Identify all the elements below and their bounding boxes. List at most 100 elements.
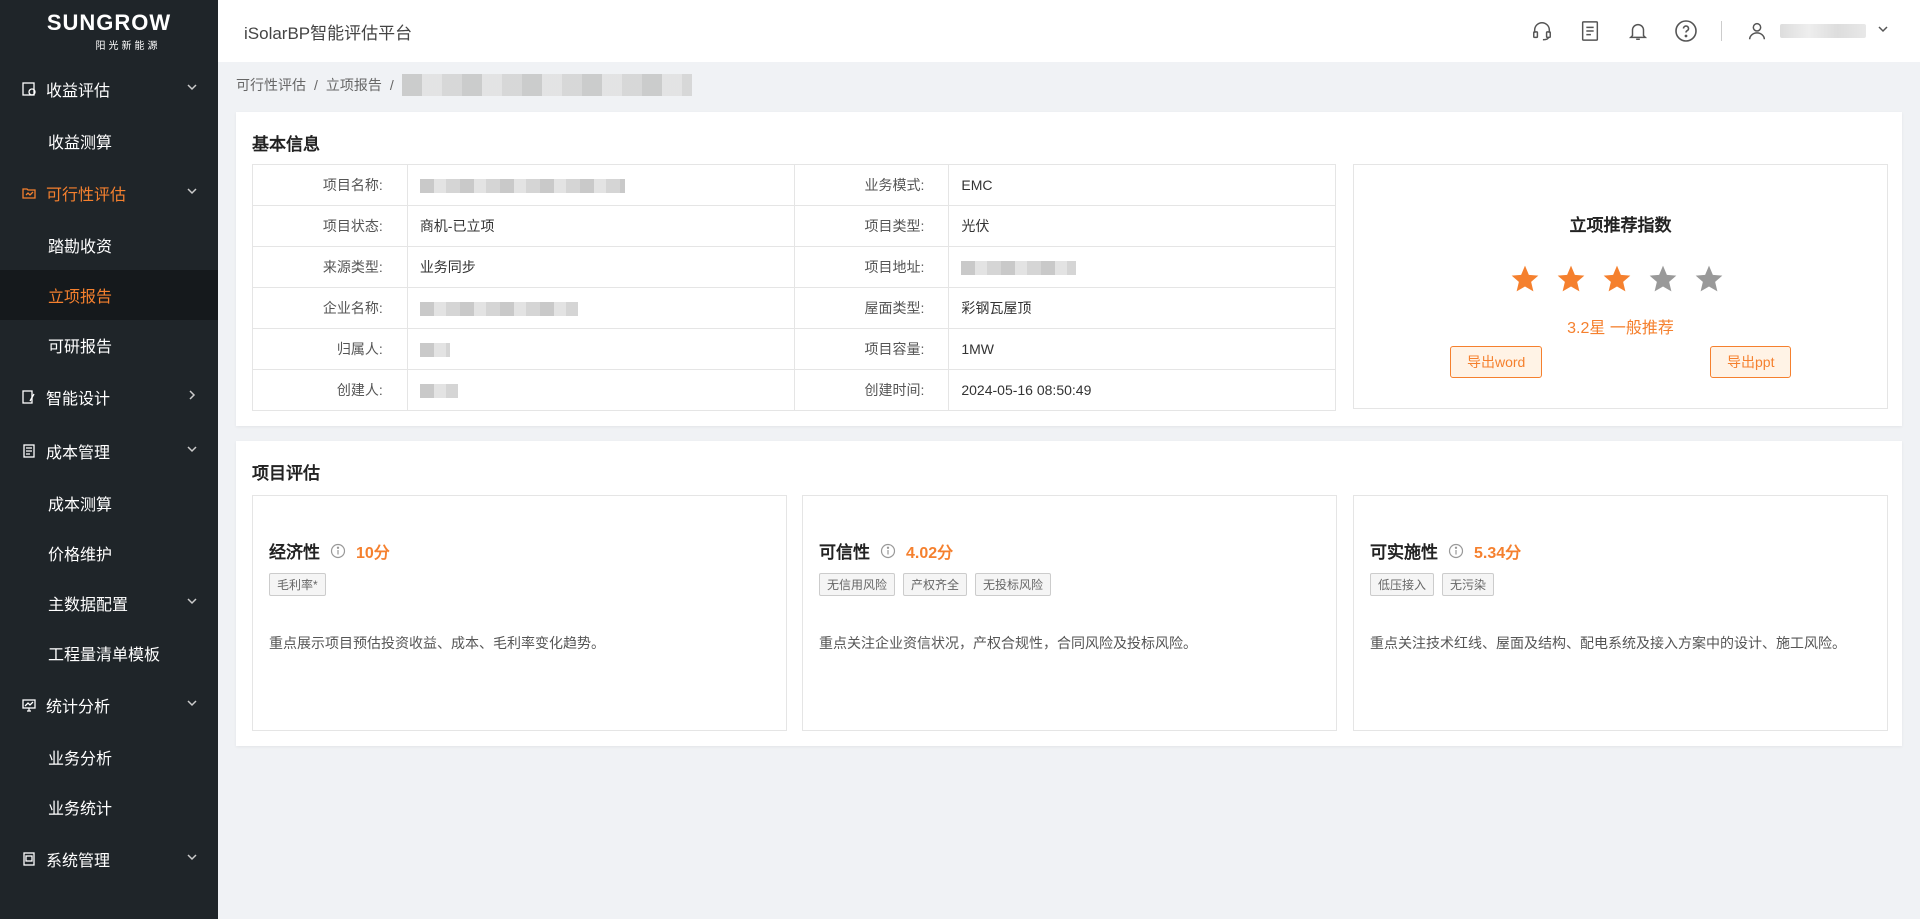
info-value [948, 246, 1336, 288]
tag: 无投标风险 [975, 573, 1052, 596]
info-label: 创建人: [252, 369, 408, 411]
chevron-down-icon [186, 184, 198, 202]
info-value [406, 328, 795, 370]
sidebar-item-label: 收益测算 [48, 135, 113, 152]
info-value [406, 369, 795, 411]
sidebar-item-label: 成本测算 [48, 497, 113, 514]
document-icon[interactable] [1577, 18, 1603, 44]
info-value-text: 2024-05-16 08:50:49 [961, 382, 1092, 398]
info-label: 创建时间: [793, 369, 950, 411]
chevron-down-icon [186, 850, 198, 868]
user-menu[interactable] [1744, 18, 1890, 44]
card-name: 可实施性 [1370, 543, 1438, 562]
sidebar-group-1[interactable]: 可行性评估 [0, 166, 218, 220]
star-filled-icon [1601, 263, 1633, 295]
sidebar-item-label: 踏勘收资 [48, 239, 113, 256]
headset-icon[interactable] [1529, 18, 1555, 44]
info-value-text: 1MW [961, 341, 995, 357]
basic-info-title: 基本信息 [252, 135, 320, 154]
sidebar-group-0[interactable]: 收益评估 [0, 62, 218, 116]
evaluation-card: 可信性 4.02分 无信用风险 产权齐全 无投标风险 重点关注企业资信状况，产权合规性，合… [802, 495, 1337, 731]
info-value-text: 商机-已立项 [419, 218, 495, 234]
ledger-icon [20, 442, 38, 460]
breadcrumb-item[interactable]: 可行性评估 [236, 75, 306, 95]
breadcrumb: 可行性评估 / 立项报告 / [236, 74, 692, 96]
logo-brand: SUNGROW [46, 10, 172, 35]
sidebar-group-label: 智能设计 [46, 391, 111, 408]
sidebar-group-4[interactable]: 统计分析 [0, 678, 218, 732]
star-empty-icon [1647, 263, 1679, 295]
chevron-down-icon [186, 696, 198, 714]
tag: 低压接入 [1370, 573, 1435, 596]
tag: 毛利率* [269, 573, 326, 596]
sidebar-item[interactable]: 价格维护 [0, 528, 218, 578]
info-label: 项目容量: [793, 328, 950, 370]
evaluation-title: 项目评估 [252, 464, 320, 483]
redacted-value [419, 343, 450, 358]
rating-stars [1509, 263, 1725, 295]
evaluation-panel: 项目评估 经济性 10分 毛利率* 重点展示项目预估投资收益、成本、毛利率变化趋势。 可… [236, 441, 1902, 746]
chevron-down-icon [186, 442, 198, 460]
sidebar-group-label: 系统管理 [46, 853, 111, 870]
sidebar-item-label: 业务统计 [48, 801, 113, 818]
redacted-value [419, 384, 458, 399]
info-row: 来源类型: 业务同步 项目地址: [252, 246, 1336, 288]
user-name-redacted [1780, 24, 1866, 38]
sidebar-group-3[interactable]: 成本管理 [0, 424, 218, 478]
chevron-down-icon [186, 80, 198, 98]
info-label: 来源类型: [252, 246, 408, 288]
redacted-value [419, 179, 625, 194]
info-label: 项目类型: [793, 205, 950, 247]
sidebar-group-label: 成本管理 [46, 445, 111, 462]
card-tags: 毛利率* [269, 573, 326, 596]
info-value: 彩钢瓦屋顶 [948, 287, 1336, 329]
info-label: 项目地址: [793, 246, 950, 288]
info-label: 屋面类型: [793, 287, 950, 329]
redacted-value [419, 302, 578, 317]
card-tags: 低压接入 无污染 [1370, 573, 1495, 596]
sidebar-item[interactable]: 收益测算 [0, 116, 218, 166]
sidebar-group-2[interactable]: 智能设计 [0, 370, 218, 424]
info-row: 归属人: 项目容量: 1MW [252, 328, 1336, 370]
logo-sub: 阳光新能源 [95, 41, 161, 52]
tag: 无污染 [1442, 573, 1495, 596]
evaluation-card: 可实施性 5.34分低压接入 无污染重点关注技术红线、屋面及结构、配电系统及接入方案… [1353, 495, 1888, 731]
info-icon[interactable] [1448, 543, 1464, 559]
card-score: 5.34分 [1474, 544, 1522, 562]
info-icon[interactable] [880, 543, 896, 559]
sidebar-item[interactable]: 主数据配置 [0, 578, 218, 628]
info-value: 1MW [948, 328, 1336, 370]
breadcrumb-item[interactable]: 立项报告 [326, 75, 382, 95]
breadcrumb-project-redacted [401, 74, 692, 96]
card-description: 重点展示项目预估投资收益、成本、毛利率变化趋势。 [269, 635, 605, 651]
breadcrumb-separator: / [389, 77, 394, 93]
card-tags: 无信用风险 产权齐全 无投标风险 [819, 573, 1052, 596]
info-value: 2024-05-16 08:50:49 [948, 369, 1336, 411]
info-row: 创建人: 创建时间: 2024-05-16 08:50:49 [252, 369, 1336, 411]
sidebar-item[interactable]: 成本测算 [0, 478, 218, 528]
card-description: 重点关注技术红线、屋面及结构、配电系统及接入方案中的设计、施工风险。 [1370, 635, 1846, 651]
sidebar-item[interactable]: 可研报告 [0, 320, 218, 370]
sidebar-item[interactable]: 立项报告 [0, 270, 218, 320]
sidebar-item[interactable]: 业务统计 [0, 782, 218, 832]
help-icon[interactable] [1673, 18, 1699, 44]
top-header: iSolarBP智能评估平台 [218, 0, 1920, 62]
bell-icon[interactable] [1625, 18, 1651, 44]
info-icon[interactable] [330, 543, 346, 559]
design-icon [20, 388, 38, 406]
export-ppt-button[interactable]: 导出ppt [1710, 346, 1792, 378]
recommendation-text: 3.2星 一般推荐 [1567, 320, 1674, 337]
redacted-value [961, 261, 1077, 276]
card-score: 10分 [356, 544, 390, 562]
sidebar-item[interactable]: 踏勘收资 [0, 220, 218, 270]
sidebar-group-label: 收益评估 [46, 83, 111, 100]
sidebar-group-5[interactable]: 系统管理 [0, 832, 218, 886]
sidebar-item-label: 工程量清单模板 [48, 647, 161, 664]
export-word-button[interactable]: 导出word [1450, 346, 1543, 378]
card-header: 可信性 4.02分 [819, 538, 953, 563]
card-score: 4.02分 [906, 544, 954, 562]
chevron-right-icon [186, 388, 198, 406]
app-title: iSolarBP智能评估平台 [244, 23, 413, 43]
sidebar-item[interactable]: 业务分析 [0, 732, 218, 782]
sidebar-item[interactable]: 工程量清单模板 [0, 628, 218, 678]
